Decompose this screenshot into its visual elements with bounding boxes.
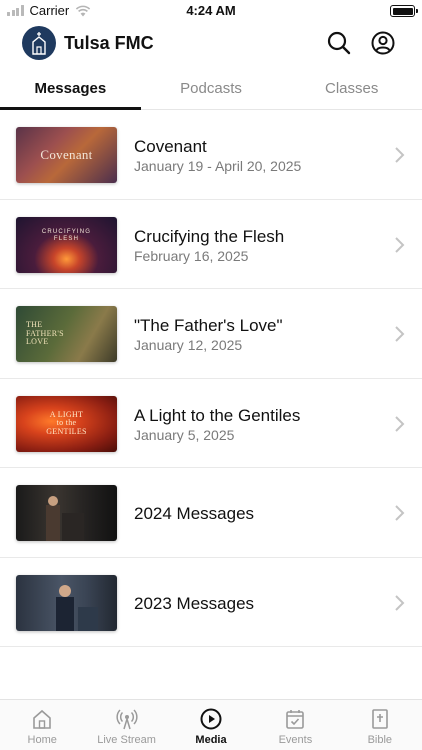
nav-media[interactable]: Media — [169, 700, 253, 750]
thumbnail-text: THE FATHER'S LOVE — [26, 320, 64, 347]
list-item[interactable]: THE FATHER'S LOVE "The Father's Love" Ja… — [0, 289, 422, 379]
chevron-right-icon — [395, 236, 405, 253]
bible-icon — [372, 709, 388, 729]
chevron-right-icon — [395, 147, 405, 163]
chevron-right-icon — [395, 415, 405, 432]
list-item-title: A Light to the Gentiles — [134, 405, 301, 425]
tab-classes[interactable]: Classes — [281, 70, 422, 109]
search-icon — [327, 31, 351, 55]
status-bar: Carrier 4:24 AM — [0, 0, 422, 22]
status-time: 4:24 AM — [186, 3, 236, 18]
nav-label: Bible — [367, 734, 393, 746]
tab-podcasts[interactable]: Podcasts — [141, 70, 282, 109]
series-thumbnail: A LIGHT to the GENTILES — [16, 395, 117, 452]
list-item-title: "The Father's Love" — [134, 316, 283, 335]
series-thumbnail: Covenant — [16, 127, 117, 183]
preacher-photo — [46, 496, 84, 541]
nav-label: Events — [278, 734, 313, 746]
series-thumbnail — [16, 574, 117, 631]
account-button[interactable] — [370, 30, 396, 56]
series-thumbnail: THE FATHER'S LOVE — [16, 306, 117, 362]
list-item-date: February 16, 2025 — [134, 247, 249, 264]
church-icon — [22, 26, 56, 60]
nav-events[interactable]: Events — [253, 700, 337, 750]
live-stream-icon — [116, 709, 138, 730]
home-icon — [33, 709, 52, 729]
list-item[interactable]: A LIGHT to the GENTILES A Light to the G… — [0, 379, 422, 468]
list-item-date: January 12, 2025 — [134, 337, 243, 353]
account-icon — [371, 31, 395, 55]
search-button[interactable] — [326, 30, 352, 56]
list-item[interactable]: 2023 Messages — [0, 558, 422, 647]
play-circle-icon — [200, 708, 222, 730]
list-item-title: 2024 Messages — [134, 504, 255, 523]
nav-label: Home — [27, 734, 57, 746]
thumbnail-text: A LIGHT to the GENTILES — [46, 409, 87, 436]
list-item-date: January 5, 2025 — [134, 426, 235, 443]
nav-bible[interactable]: Bible — [338, 700, 422, 750]
nav-home[interactable]: Home — [0, 700, 84, 750]
chevron-right-icon — [395, 326, 405, 342]
message-list: Covenant Covenant January 19 - April 20,… — [0, 110, 422, 647]
series-thumbnail: CRUCIFYING FLESH — [16, 216, 117, 273]
thumbnail-text: CRUCIFYING FLESH — [41, 229, 92, 242]
thumbnail-text: Covenant — [40, 147, 93, 163]
nav-label: Live Stream — [97, 734, 156, 746]
list-item[interactable]: 2024 Messages — [0, 468, 422, 558]
calendar-check-icon — [286, 710, 305, 729]
battery-icon — [390, 5, 418, 17]
app-header: Tulsa FMC — [0, 22, 422, 66]
list-item-title: Covenant — [134, 137, 207, 156]
preacher-photo — [56, 584, 98, 631]
list-item-title: 2023 Messages — [134, 593, 255, 613]
nav-label: Media — [195, 734, 227, 746]
series-thumbnail — [16, 485, 117, 541]
media-tabs: Messages Podcasts Classes — [0, 70, 422, 110]
list-item-title: Crucifying the Flesh — [134, 226, 285, 246]
list-item[interactable]: Covenant Covenant January 19 - April 20,… — [0, 110, 422, 200]
list-item[interactable]: CRUCIFYING FLESH Crucifying the Flesh Fe… — [0, 200, 422, 289]
list-item-date: January 19 - April 20, 2025 — [134, 158, 302, 174]
bottom-nav: Home Live Stream Media Events Bible — [0, 699, 422, 750]
nav-live-stream[interactable]: Live Stream — [84, 700, 168, 750]
tab-messages[interactable]: Messages — [0, 70, 141, 110]
chevron-right-icon — [395, 505, 405, 521]
app-title: Tulsa FMC — [64, 33, 154, 53]
chevron-right-icon — [395, 594, 405, 611]
